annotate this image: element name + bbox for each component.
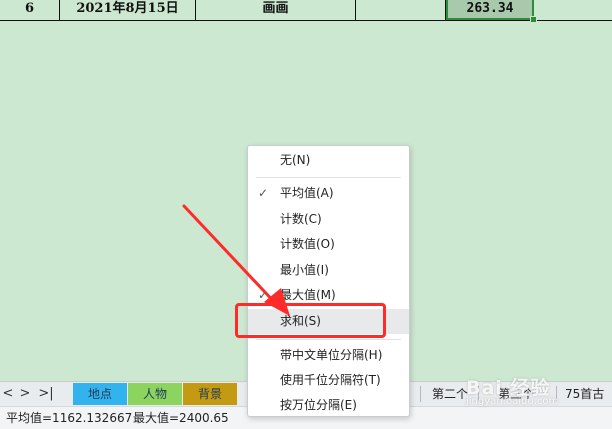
annotation-highlight-box bbox=[235, 303, 386, 338]
annotation-arrow-icon bbox=[182, 204, 290, 316]
watermark: Bai 经验 jingyan.baidu.com bbox=[466, 373, 606, 407]
watermark-sub: jingyan.baidu.com bbox=[466, 396, 559, 407]
